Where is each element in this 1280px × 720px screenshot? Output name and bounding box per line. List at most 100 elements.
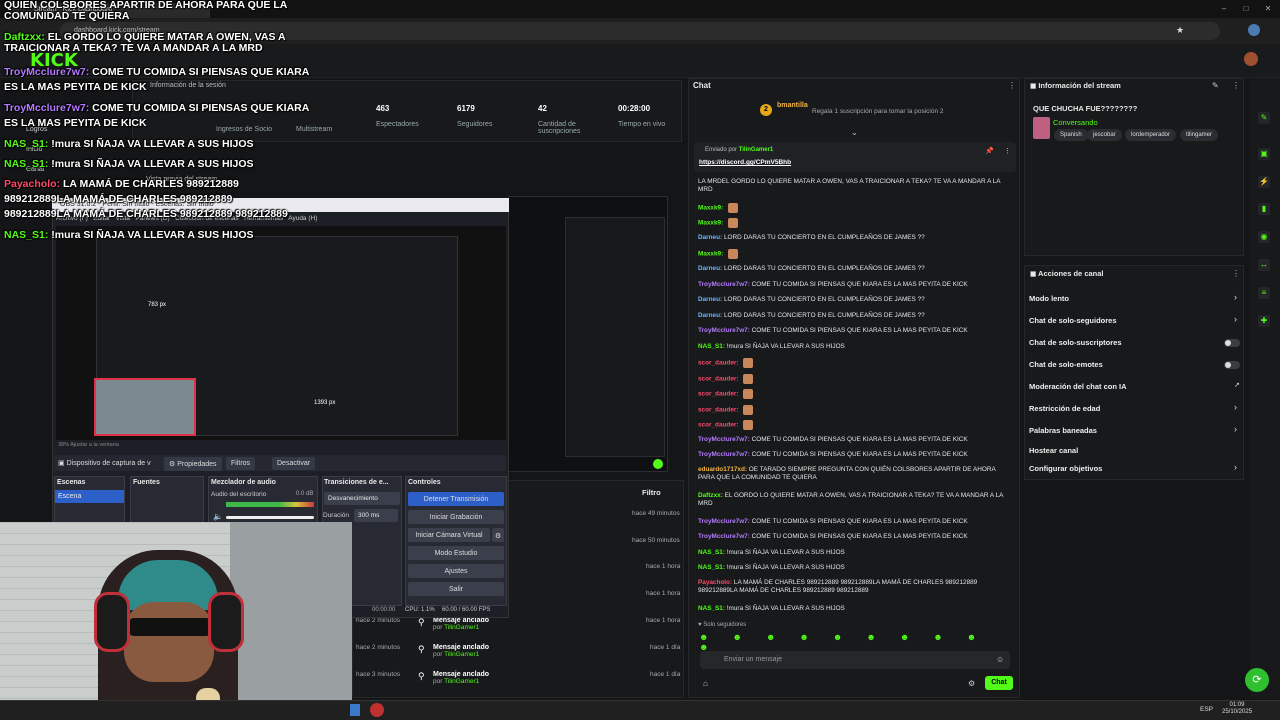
chat-username[interactable]: NAS_S1: (698, 605, 725, 612)
obs-preview-canvas[interactable]: 783 px 1393 px (56, 226, 506, 440)
chat-message[interactable]: NAS_S1: !mura SI ÑAJA VA LLEVAR A SUS HI… (698, 564, 1008, 572)
chat-username[interactable]: NAS_S1: (698, 549, 725, 556)
stream-tag[interactable]: lordemperador (1125, 129, 1177, 141)
chat-message[interactable]: Payacholo: LA MAMÁ DE CHARLES 989212889 … (698, 579, 1008, 595)
tools-icon[interactable]: ✚ (1258, 315, 1270, 327)
gift-user[interactable]: bmantilla (777, 102, 808, 109)
chat-message[interactable]: LA MRDEL GORDO LO QUIERE MATAR A OWEN, V… (698, 178, 1008, 194)
channel-action-item[interactable]: Modo lento (1029, 294, 1239, 303)
obs-start-recording-button[interactable]: Iniciar Grabación (408, 510, 504, 524)
chat-message[interactable]: Maxxk9: (698, 249, 1008, 259)
speaker-icon[interactable]: 🔈 (213, 512, 223, 521)
obs-volume-slider[interactable] (226, 516, 314, 519)
activity-filter[interactable]: Filtro (642, 488, 661, 497)
obs-virtual-cam-button[interactable]: Iniciar Cámara Virtual (408, 528, 490, 542)
chat-message[interactable]: TroyMcclure7w7: COME TU COMIDA SI PIENSA… (698, 518, 1008, 526)
gear-icon[interactable]: ⚙ (492, 528, 504, 542)
chat-username[interactable]: Darneu: (698, 265, 722, 272)
obs-transition-select[interactable]: Desvanecimiento (324, 492, 400, 505)
obs-deactivate-button[interactable]: Desactivar (272, 457, 316, 470)
stream-tag[interactable]: tilingamer (1180, 129, 1219, 141)
pin-icon[interactable]: 📌 (985, 147, 994, 155)
toggle-switch[interactable] (1224, 361, 1240, 369)
toggle-switch[interactable] (1224, 339, 1240, 347)
chat-message[interactable]: scor_dauder: (698, 420, 1008, 430)
channel-action-item[interactable]: Palabras baneadas (1029, 426, 1239, 435)
chat-username[interactable]: TroyMcclure7w7: (698, 281, 750, 288)
minimize-icon[interactable]: – (1218, 4, 1230, 14)
obs-properties-button[interactable]: ⚙ Propiedades (164, 457, 222, 471)
chat-message[interactable]: Darneu: LORD DARAS TU CONCIERTO EN EL CU… (698, 296, 1008, 304)
gift-text[interactable]: Regala 1 suscripción para tomar la posic… (812, 108, 944, 115)
obs-stop-streaming-button[interactable]: Detener Transmisión (408, 492, 504, 506)
chat-username[interactable]: Payacholo: (698, 579, 732, 586)
chat-username[interactable]: TroyMcclure7w7: (698, 533, 750, 540)
chat-message[interactable]: TroyMcclure7w7: COME TU COMIDA SI PIENSA… (698, 451, 1008, 459)
chevron-right-icon[interactable]: › (1234, 462, 1237, 472)
taskbar-app-icon[interactable] (350, 704, 360, 716)
chat-username[interactable]: NAS_S1: (698, 343, 725, 350)
obs-studio-mode-button[interactable]: Modo Estudio (408, 546, 504, 560)
chat-message[interactable]: TroyMcclure7w7: COME TU COMIDA SI PIENSA… (698, 327, 1008, 335)
chat-username[interactable]: scor_dauder: (698, 391, 739, 398)
external-link-icon[interactable]: ↗ (1234, 381, 1240, 389)
channel-action-item[interactable]: Moderación del chat con IA (1029, 382, 1239, 391)
chat-message[interactable]: scor_dauder: (698, 358, 1008, 368)
edit-icon[interactable]: ✎ (1258, 112, 1270, 124)
chat-username[interactable]: Maxxk9: (698, 251, 723, 258)
chat-username[interactable]: scor_dauder: (698, 422, 739, 429)
obs-taskbar-icon[interactable] (370, 703, 384, 717)
chat-message[interactable]: TroyMcclure7w7: COME TU COMIDA SI PIENSA… (698, 281, 1008, 289)
user-avatar[interactable] (1244, 52, 1258, 66)
chevron-down-icon[interactable]: ⌄ (851, 128, 858, 137)
chat-input[interactable]: Enviar un mensaje (700, 651, 1010, 669)
sound-icon[interactable]: ▮ (1258, 203, 1270, 215)
emoji-icon[interactable]: ☺ (996, 655, 1004, 664)
chat-username[interactable]: Darneu: (698, 296, 722, 303)
list-icon[interactable]: ≡ (1258, 287, 1270, 299)
close-icon[interactable]: ✕ (1262, 4, 1274, 14)
chat-username[interactable]: TroyMcclure7w7: (698, 327, 750, 334)
stream-tag[interactable]: jescobar (1087, 129, 1122, 141)
chat-message[interactable]: TroyMcclure7w7: COME TU COMIDA SI PIENSA… (698, 533, 1008, 541)
chat-message[interactable]: NAS_S1: !mura SI ÑAJA VA LLEVAR A SUS HI… (698, 343, 1008, 351)
bolt-icon[interactable]: ⚡ (1258, 176, 1270, 188)
channel-action-item[interactable]: Configurar objetivos (1029, 464, 1239, 473)
chat-message[interactable]: scor_dauder: (698, 405, 1008, 415)
pinned-link[interactable]: https://discord.gg/CPmV5Bhb (699, 159, 791, 166)
channel-action-item[interactable]: Hostear canal (1029, 446, 1239, 455)
settings-icon[interactable]: ⚙ (968, 679, 975, 688)
chat-username[interactable]: scor_dauder: (698, 376, 739, 383)
chevron-right-icon[interactable]: › (1234, 402, 1237, 412)
chat-username[interactable]: Maxxk9: (698, 220, 723, 227)
chat-username[interactable]: eduardo1717xd: (698, 466, 747, 473)
chat-message[interactable]: Darneu: LORD DARAS TU CONCIERTO EN EL CU… (698, 234, 1008, 242)
more-icon[interactable]: ⋮ (1232, 269, 1240, 278)
chat-message[interactable]: eduardo1717xd: OE TARADO SIEMPRE PREGUNT… (698, 466, 1008, 482)
support-icon[interactable]: ⟳ (1245, 668, 1269, 692)
star-icon[interactable]: ★ (1176, 25, 1184, 36)
gift-icon[interactable]: ⌂ (703, 679, 708, 688)
obs-filters-button[interactable]: Filtros (226, 457, 256, 470)
more-icon[interactable]: ⋮ (1004, 147, 1011, 155)
chevron-right-icon[interactable]: › (1234, 314, 1237, 324)
chat-message[interactable]: scor_dauder: (698, 374, 1008, 384)
stream-category[interactable]: Conversando (1053, 118, 1098, 127)
more-icon[interactable]: ⋮ (1008, 81, 1016, 90)
chat-message[interactable]: Darneu: LORD DARAS TU CONCIERTO EN EL CU… (698, 265, 1008, 273)
chat-message[interactable]: NAS_S1: !mura SI ÑAJA VA LLEVAR A SUS HI… (698, 549, 1008, 557)
profile-avatar[interactable] (1248, 24, 1260, 36)
edit-icon[interactable]: ✎ (1212, 81, 1219, 90)
chat-username[interactable]: Darneu: (698, 234, 722, 241)
chevron-right-icon[interactable]: › (1234, 292, 1237, 302)
chat-username[interactable]: NAS_S1: (698, 564, 725, 571)
maximize-icon[interactable]: □ (1240, 4, 1252, 14)
chat-username[interactable]: scor_dauder: (698, 360, 739, 367)
channel-action-item[interactable]: Chat de solo-suscriptores (1029, 338, 1239, 347)
more-icon[interactable]: ⋮ (1232, 81, 1240, 90)
chat-username[interactable]: scor_dauder: (698, 407, 739, 414)
stream-tag[interactable]: Spanish (1054, 129, 1088, 141)
channel-action-item[interactable]: Chat de solo-seguidores (1029, 316, 1239, 325)
chat-message[interactable]: scor_dauder: (698, 389, 1008, 399)
chat-username[interactable]: TroyMcclure7w7: (698, 436, 750, 443)
